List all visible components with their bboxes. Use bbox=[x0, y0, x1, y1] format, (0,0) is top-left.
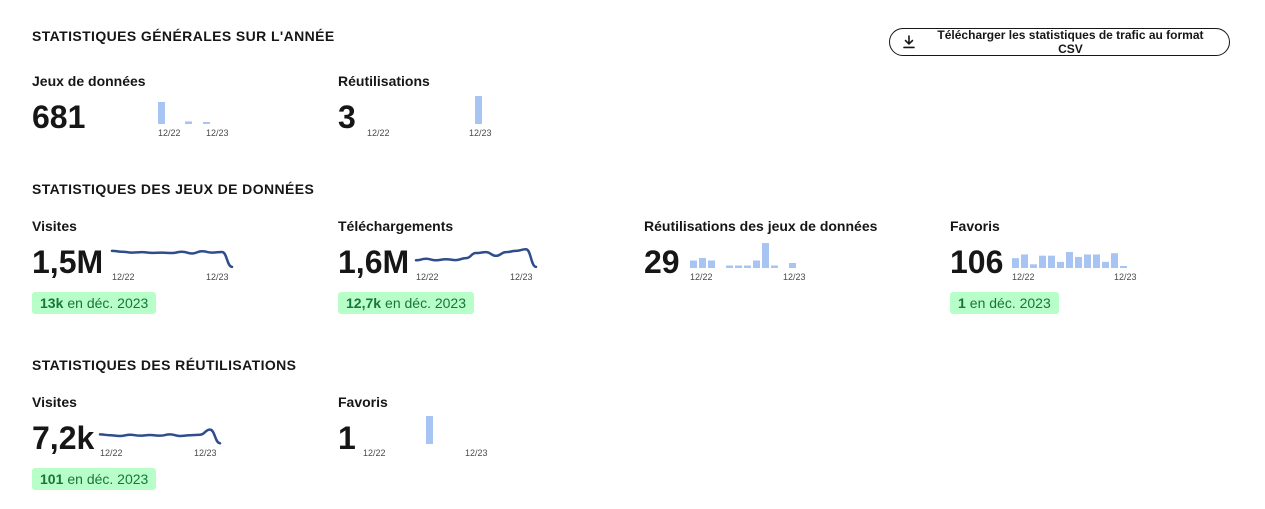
stat-reuse-favorites: Favoris 1 12/22 12/23 bbox=[338, 394, 628, 494]
chart-bar bbox=[1012, 258, 1019, 268]
stat-label: Favoris bbox=[338, 394, 388, 410]
datasets-bar-chart: 12/22 12/23 bbox=[158, 102, 229, 138]
stat-label: Favoris bbox=[950, 218, 1000, 234]
stat-label: Réutilisations des jeux de données bbox=[644, 218, 878, 234]
badge-value: 101 bbox=[40, 471, 64, 487]
section-title-reuses: STATISTIQUES DES RÉUTILISATIONS bbox=[32, 357, 297, 373]
chart-bar bbox=[1111, 253, 1118, 268]
chart-bar bbox=[1093, 254, 1100, 268]
download-csv-button[interactable]: Télécharger les statistiques de trafic a… bbox=[889, 28, 1230, 56]
chart-bar bbox=[203, 122, 210, 124]
tick-label-start: 12/22 bbox=[416, 272, 439, 282]
stat-value: 681 bbox=[32, 99, 86, 135]
chart-bar bbox=[158, 102, 165, 124]
tick-label-start: 12/22 bbox=[100, 448, 123, 458]
section-title-general: STATISTIQUES GÉNÉRALES SUR L'ANNÉE bbox=[32, 28, 335, 44]
download-icon bbox=[903, 35, 915, 49]
dataset-favorites-bar-chart: 12/22 12/23 bbox=[1012, 252, 1137, 282]
reuse-visits-line-chart: 12/22 12/23 bbox=[98, 428, 222, 458]
tick-label-end: 12/23 bbox=[206, 128, 229, 138]
stat-label: Réutilisations bbox=[338, 73, 430, 89]
chart-bar bbox=[1030, 264, 1037, 268]
reuse-favorites-bar-chart: 12/22 12/23 bbox=[363, 416, 488, 458]
chart-bar bbox=[735, 265, 742, 268]
tick-label-start: 12/22 bbox=[363, 448, 386, 458]
stat-value: 3 bbox=[338, 99, 356, 135]
stat-label: Visites bbox=[32, 218, 77, 234]
stat-label: Visites bbox=[32, 394, 77, 410]
tick-label-end: 12/23 bbox=[465, 448, 488, 458]
tick-label-start: 12/22 bbox=[112, 272, 135, 282]
chart-bar bbox=[185, 121, 192, 124]
stat-reuse-visits: Visites 7,2k 12/22 12/23 101 en déc. 2023 bbox=[32, 394, 322, 494]
badge-text: en déc. 2023 bbox=[385, 295, 467, 311]
stat-value: 7,2k bbox=[32, 420, 95, 456]
chart-bar bbox=[1066, 252, 1073, 268]
dataset-visits-line-chart: 12/22 12/23 bbox=[110, 249, 234, 282]
stat-value: 29 bbox=[644, 244, 680, 280]
chart-bar bbox=[726, 265, 733, 268]
chart-bar bbox=[1120, 266, 1127, 268]
badge-text: en déc. 2023 bbox=[67, 295, 149, 311]
stat-value: 1,5M bbox=[32, 244, 104, 280]
chart-bar bbox=[762, 243, 769, 268]
stat-label: Jeux de données bbox=[32, 73, 146, 89]
stat-dataset-visits: Visites 1,5M 12/22 12/23 13k en déc. 2023 bbox=[32, 218, 322, 318]
stat-dataset-favorites: Favoris 106 12/22 12/23 1 en déc. 2023 bbox=[950, 218, 1240, 318]
tick-label-start: 12/22 bbox=[158, 128, 181, 138]
download-csv-label: Télécharger les statistiques de trafic a… bbox=[937, 28, 1204, 56]
stat-reuses: Réutilisations 3 12/22 12/23 bbox=[338, 73, 618, 143]
badge-value: 1 bbox=[958, 295, 966, 311]
chart-line bbox=[98, 428, 222, 445]
stat-label: Téléchargements bbox=[338, 218, 454, 234]
tick-label-start: 12/22 bbox=[367, 128, 390, 138]
tick-label-end: 12/23 bbox=[783, 272, 806, 282]
chart-bar bbox=[1075, 256, 1082, 268]
tick-label-end: 12/23 bbox=[469, 128, 492, 138]
reuses-bar-chart: 12/22 12/23 bbox=[367, 96, 492, 138]
stat-dataset-reuses: Réutilisations des jeux de données 29 12… bbox=[644, 218, 934, 318]
stat-value: 106 bbox=[950, 244, 1004, 280]
badge-value: 12,7k bbox=[346, 295, 382, 311]
stat-value: 1,6M bbox=[338, 244, 410, 280]
tick-label-end: 12/23 bbox=[206, 272, 229, 282]
chart-bar bbox=[475, 96, 482, 124]
stat-datasets: Jeux de données 681 12/22 12/23 bbox=[32, 73, 312, 143]
chart-bar bbox=[771, 265, 778, 268]
chart-bar bbox=[708, 260, 715, 268]
chart-bar bbox=[690, 260, 697, 268]
badge-text: en déc. 2023 bbox=[969, 295, 1051, 311]
chart-bar bbox=[1048, 255, 1055, 268]
stat-dataset-downloads: Téléchargements 1,6M 12/22 12/23 12,7k en… bbox=[338, 218, 628, 318]
status-badge: 13k en déc. 2023 bbox=[32, 292, 157, 314]
stat-value: 1 bbox=[338, 420, 356, 456]
status-badge: 101 en déc. 2023 bbox=[32, 468, 157, 490]
tick-label-end: 12/23 bbox=[194, 448, 217, 458]
chart-bar bbox=[1021, 254, 1028, 268]
section-title-datasets: STATISTIQUES DES JEUX DE DONNÉES bbox=[32, 181, 315, 197]
chart-bar bbox=[1102, 261, 1109, 268]
status-badge: 12,7k en déc. 2023 bbox=[338, 292, 475, 314]
chart-line bbox=[414, 248, 538, 269]
dataset-downloads-line-chart: 12/22 12/23 bbox=[414, 248, 538, 282]
chart-bar bbox=[699, 258, 706, 268]
tick-label-end: 12/23 bbox=[1114, 272, 1137, 282]
chart-line bbox=[110, 249, 234, 269]
chart-bar bbox=[1057, 261, 1064, 268]
chart-bar bbox=[753, 260, 760, 268]
tick-label-start: 12/22 bbox=[690, 272, 713, 282]
chart-bar bbox=[426, 416, 433, 444]
status-badge: 1 en déc. 2023 bbox=[950, 292, 1059, 314]
chart-bar bbox=[789, 263, 796, 268]
chart-bar bbox=[1084, 254, 1091, 268]
tick-label-end: 12/23 bbox=[510, 272, 533, 282]
dataset-reuses-bar-chart: 12/22 12/23 bbox=[690, 243, 806, 282]
tick-label-start: 12/22 bbox=[1012, 272, 1035, 282]
chart-bar bbox=[744, 265, 751, 268]
chart-bar bbox=[1039, 255, 1046, 268]
badge-value: 13k bbox=[40, 295, 64, 311]
badge-text: en déc. 2023 bbox=[67, 471, 149, 487]
